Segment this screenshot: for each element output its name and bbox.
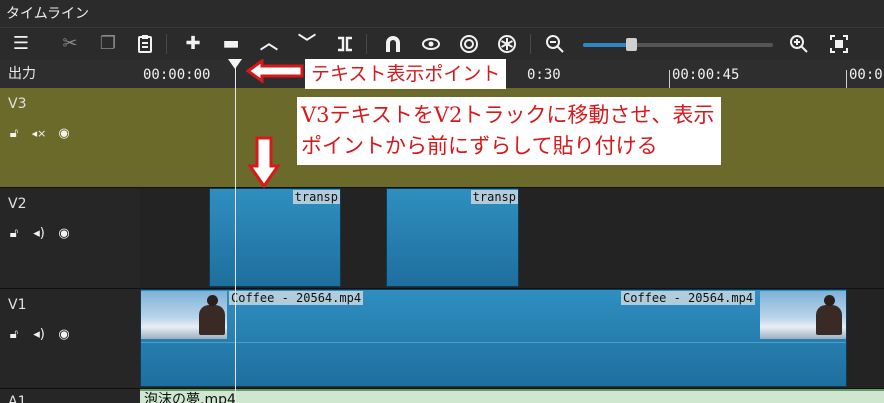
ripple-icon[interactable]: [456, 31, 482, 57]
zoom-slider-fill: [583, 43, 633, 47]
track-header-v3[interactable]: V3 🔓︎ ◂× ◉: [0, 88, 140, 188]
annotation-instruction: V3テキストをV2トラックに移動させ、表示 ポイントから前にずらして貼り付ける: [297, 97, 721, 165]
lock-icon[interactable]: 🔓︎: [6, 226, 22, 242]
ripple-all-icon[interactable]: [494, 31, 520, 57]
annotation-point-label: テキスト表示ポイント: [305, 59, 507, 89]
paste-icon[interactable]: [132, 31, 158, 57]
tick-label: 00:00:00: [143, 67, 211, 83]
annotation-line: ポイントから前にずらして貼り付ける: [301, 134, 658, 158]
track-name: V2: [8, 196, 27, 212]
lane-v2[interactable]: transp transp: [140, 188, 884, 289]
menu-icon[interactable]: ☰: [8, 31, 34, 57]
tick-label: 0:30: [527, 67, 561, 83]
clip-label: transp: [470, 190, 518, 204]
annotation-line: V3テキストをV2トラックに移動させ、表示: [301, 103, 715, 127]
clip-thumbnail: [141, 291, 227, 339]
zoom-in-icon[interactable]: [786, 31, 812, 57]
clip-label: transp: [292, 190, 340, 204]
playhead-line[interactable]: [235, 60, 236, 403]
lock-icon[interactable]: 🔓︎: [6, 126, 22, 142]
panel-title: タイムライン: [0, 0, 884, 28]
eye-icon[interactable]: ◉: [56, 327, 72, 343]
clip-label: Coffee - 20564.mp4: [229, 291, 364, 305]
track-header-v1[interactable]: V1 🔓︎ ◂) ◉: [0, 289, 140, 389]
lane-v1[interactable]: Coffee - 20564.mp4 Coffee - 20564.mp4: [140, 289, 884, 389]
audio-icon[interactable]: ◂): [31, 327, 47, 343]
playhead-handle[interactable]: [228, 59, 242, 69]
output-label: 出力: [0, 60, 140, 88]
eye-icon[interactable]: ◉: [56, 126, 72, 142]
v1-clip[interactable]: Coffee - 20564.mp4 Coffee - 20564.mp4: [140, 289, 847, 387]
clip-label: Coffee - 20564.mp4: [621, 291, 756, 305]
track-name: V3: [8, 96, 27, 112]
eye-icon[interactable]: ◉: [56, 226, 72, 242]
add-icon[interactable]: ✚: [180, 31, 206, 57]
mute-mark: ×: [37, 127, 47, 140]
left-arrow-icon: [246, 59, 304, 83]
tick-label: 00:00:45: [672, 67, 740, 83]
zoom-slider[interactable]: [583, 43, 773, 47]
clip-thumbnail: [760, 291, 846, 339]
mute-icon[interactable]: ◂×: [31, 126, 47, 142]
track-name: A1: [8, 394, 27, 403]
scrub-icon[interactable]: [418, 31, 444, 57]
overwrite-icon[interactable]: ﹀: [294, 31, 320, 57]
tick-label: 00:01: [849, 67, 884, 83]
zoom-fit-icon[interactable]: [826, 31, 852, 57]
snap-icon[interactable]: [380, 31, 406, 57]
zoom-slider-handle[interactable]: [626, 38, 637, 51]
audio-icon[interactable]: ◂): [31, 226, 47, 242]
split-icon[interactable]: [332, 31, 358, 57]
zoom-out-icon[interactable]: [542, 31, 568, 57]
v2-clip[interactable]: transp: [386, 188, 519, 287]
remove-icon[interactable]: ▬: [218, 31, 244, 57]
a1-clip[interactable]: 泡沫の夢.mp4: [140, 389, 884, 403]
lock-icon[interactable]: 🔓︎: [6, 327, 22, 343]
track-name: V1: [8, 297, 27, 313]
down-arrow-icon: [248, 136, 280, 188]
cut-icon[interactable]: ✂: [57, 31, 83, 57]
track-header-v2[interactable]: V2 🔓︎ ◂) ◉: [0, 188, 140, 289]
v2-clip[interactable]: transp: [209, 188, 341, 287]
lift-icon[interactable]: ︿: [256, 31, 282, 57]
clip-label: 泡沫の夢.mp4: [144, 392, 236, 403]
copy-icon[interactable]: ❐: [95, 31, 121, 57]
